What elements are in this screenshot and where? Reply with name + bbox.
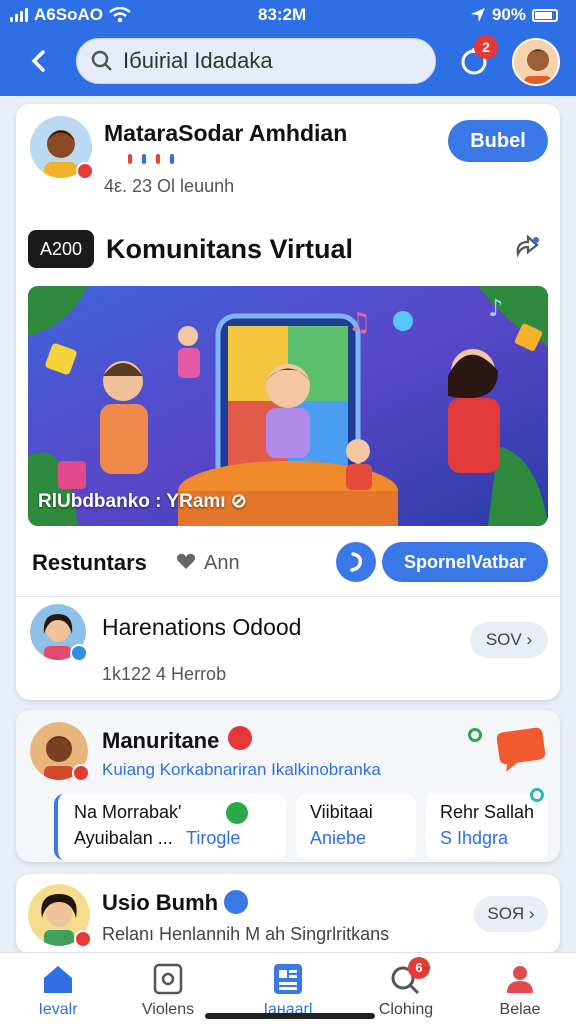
nav-label: Belae (499, 1001, 541, 1018)
tile-subtitle: Ayuibalan ... (74, 828, 173, 848)
tile-subtitle: S Ihdgra (440, 828, 509, 848)
check-icon (226, 802, 248, 824)
divider (16, 596, 560, 597)
home-icon (44, 966, 72, 993)
profile-icon (507, 966, 533, 993)
share-icon[interactable] (512, 234, 542, 264)
user-avatar[interactable] (512, 38, 560, 86)
comment-more-button[interactable]: SOV › (470, 622, 548, 658)
online-dot (468, 728, 482, 742)
comment-name: Harenations Odood (102, 614, 302, 640)
comment-avatar[interactable] (30, 604, 88, 662)
nav-badge: 6 (408, 957, 430, 979)
comment-meta: 1k122 4 Herrob (102, 664, 227, 684)
primary-action-button[interactable]: SpornelVatbar (382, 542, 548, 582)
status-badge (76, 162, 94, 180)
group-name: Manuritane (102, 728, 220, 753)
tile-title: Rehr Sallah (440, 802, 535, 822)
status-badge (72, 764, 90, 782)
reply-button[interactable] (336, 542, 376, 582)
location-icon (470, 8, 485, 22)
post-text: Relanı Henlannih M ah Singrlritkans (102, 924, 390, 944)
battery-percent: 90% (491, 5, 526, 24)
tile-link[interactable]: Tirogle (186, 828, 240, 849)
post-author-name: Usio Bumh (102, 890, 219, 915)
group-avatar[interactable] (30, 722, 90, 782)
post-author-avatar[interactable] (30, 116, 94, 180)
chat-icon[interactable] (492, 722, 548, 774)
reply-icon (350, 552, 363, 572)
group-tile[interactable]: Viibitaai Aniebe (296, 794, 416, 860)
online-dot (530, 788, 544, 802)
post-image[interactable]: ♫ ♪ RlUbdbanko : YRamı ⊘ (28, 286, 548, 526)
search-icon (91, 50, 112, 71)
heart-icon[interactable] (176, 552, 196, 570)
battery-icon (532, 8, 558, 22)
verified-badge (70, 644, 88, 662)
home-indicator (205, 1013, 375, 1019)
status-bar: A6SoAO 83:2M 90% (0, 0, 576, 30)
nav-item-profile[interactable]: Belae (470, 961, 570, 1019)
video-icon (153, 963, 183, 995)
group-tile[interactable]: Rehr Sallah S Ihdgra (426, 788, 548, 860)
svg-text:♪: ♪ (488, 294, 503, 322)
nav-label: Violens (141, 1001, 195, 1018)
post-card-2: Usio Bumh Relanı Henlannih M ah Singrlri… (16, 874, 560, 954)
nav-item-search[interactable]: 6 Clohing (356, 957, 456, 1019)
status-time: 83:2M (258, 5, 307, 24)
tile-subtitle: Aniebe (310, 828, 367, 848)
tile-title: Na Morrabak' (74, 802, 182, 822)
post-meta: 4ε. 23 Ol leuunh (104, 176, 235, 196)
status-badge (74, 930, 92, 948)
follow-button[interactable]: Bubel (448, 120, 548, 162)
top-app-bar: 2 (0, 30, 576, 96)
nav-label: Clohing (378, 1001, 434, 1018)
group-card: Manuritane Kuiang Korkabnariran Ikalkino… (16, 710, 560, 862)
post-more-button[interactable]: SOЯ › (474, 896, 548, 932)
nav-item-videos[interactable]: Violens (118, 961, 218, 1019)
search-bar[interactable] (76, 38, 436, 84)
notification-badge: 2 (474, 35, 498, 59)
carrier-label: A6SoAO (34, 5, 103, 24)
post-author-avatar[interactable] (28, 884, 92, 948)
wifi-icon (109, 7, 131, 23)
search-input[interactable] (123, 48, 403, 74)
nav-item-feed[interactable]: Iaнaarl (238, 961, 338, 1019)
image-caption: RlUbdbanko : YRamı ⊘ (38, 491, 247, 512)
nav-label: Ievalr (38, 1001, 78, 1018)
feed-icon (274, 964, 302, 994)
group-subtitle[interactable]: Kuiang Korkabnariran Ikalkinobranka (102, 760, 381, 780)
signal-icon (10, 8, 28, 22)
verified-icon (224, 890, 248, 914)
svg-text:♫: ♫ (348, 308, 371, 338)
back-button[interactable] (24, 46, 54, 76)
group-verified-icon (228, 726, 252, 750)
nav-item-home[interactable]: Ievalr (8, 961, 108, 1019)
post-card: MatarаSodar Amhdian 4ε. 23 Ol leuunh Bub… (16, 104, 560, 700)
post-tag: A200 (28, 230, 94, 268)
post-author-name: MatarаSodar Amhdian (104, 120, 348, 146)
post-title: Komunitans Virtual (106, 234, 354, 264)
tile-title: Viibitaai (310, 802, 373, 822)
group-tile[interactable]: Na Morrabak' Ayuibalan ... Tirogle (54, 794, 286, 860)
reaction-dots (128, 154, 174, 164)
like-label[interactable]: Ann (204, 552, 240, 575)
post-footer-label: Restuntars (32, 550, 147, 575)
